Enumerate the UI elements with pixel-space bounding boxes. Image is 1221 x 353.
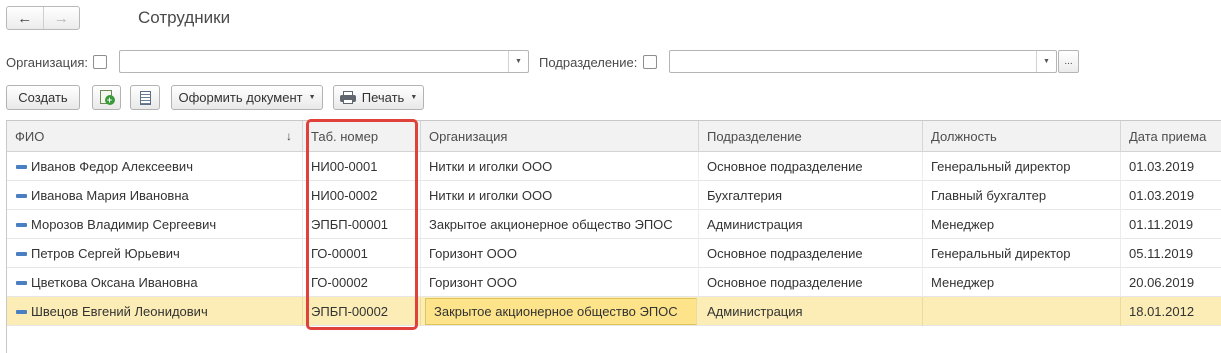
cell-organization: Нитки и иголки ООО [421, 152, 699, 181]
table-row[interactable]: Цветкова Оксана Ивановна ГО-00002 Горизо… [7, 268, 1221, 297]
cell-position: Генеральный директор [923, 152, 1121, 181]
cell-hire-date: 01.11.2019 [1129, 217, 1194, 232]
cell-organization: Нитки и иголки ООО [421, 181, 699, 210]
employee-icon [16, 281, 27, 285]
create-button[interactable]: Создать [6, 85, 80, 110]
cell-organization: Горизонт ООО [421, 268, 699, 297]
department-select-button[interactable]: ... [1058, 50, 1079, 73]
table-row[interactable]: Морозов Владимир Сергеевич ЭПБП-00001 За… [7, 210, 1221, 239]
cell-name: Петров Сергей Юрьевич [7, 239, 303, 268]
table-row[interactable]: Иванова Мария Ивановна НИ00-0002 Нитки и… [7, 181, 1221, 210]
list-icon [139, 90, 151, 105]
cell-position [923, 297, 1121, 326]
cell-position: Менеджер [923, 268, 1121, 297]
print-button[interactable]: Печать ▼ [333, 85, 424, 110]
make-document-label: Оформить документ [178, 90, 303, 105]
organization-filter-field[interactable]: ▼ [119, 50, 529, 73]
chevron-down-icon[interactable]: ▼ [508, 51, 528, 72]
cell-name: Иванова Мария Ивановна [7, 181, 303, 210]
cell-department: Администрация [699, 210, 923, 239]
department-filter-label: Подразделение: [539, 55, 638, 70]
department-filter-field[interactable]: ▼ [669, 50, 1057, 73]
column-header-hire-date[interactable]: Дата приема [1121, 121, 1221, 152]
department-filter-checkbox[interactable] [643, 55, 657, 69]
cell-tab-number: НИ00-0001 [303, 152, 421, 181]
cell-position: Главный бухгалтер [923, 181, 1121, 210]
cell-tab-number: ГО-00001 [303, 239, 421, 268]
printer-icon [339, 91, 356, 104]
column-header-organization[interactable]: Организация [421, 121, 699, 152]
cell-hire-date: 18.01.2012 [1129, 304, 1195, 319]
chevron-down-icon[interactable]: ▼ [1036, 51, 1056, 72]
employees-table[interactable]: ФИО ↓ Таб. номер Организация Подразделен… [6, 120, 1221, 353]
cell-department: Бухгалтерия [699, 181, 923, 210]
table-row[interactable]: Петров Сергей Юрьевич ГО-00001 Горизонт … [7, 239, 1221, 268]
cell-hire-date: 01.03.2019 [1129, 159, 1195, 174]
column-header-position[interactable]: Должность [923, 121, 1121, 152]
forward-arrow-icon[interactable]: → [44, 7, 80, 29]
organization-filter-label: Организация: [6, 55, 89, 70]
table-row[interactable]: Иванов Федор Алексеевич НИ00-0001 Нитки … [7, 152, 1221, 181]
cell-department: Основное подразделение [699, 239, 923, 268]
cell-tab-number: НИ00-0002 [303, 181, 421, 210]
chevron-down-icon: ▼ [308, 94, 316, 101]
table-header: ФИО ↓ Таб. номер Организация Подразделен… [7, 121, 1221, 152]
cell-position: Генеральный директор [923, 239, 1121, 268]
employee-icon [16, 252, 27, 256]
copy-button[interactable]: + [92, 85, 121, 110]
chevron-down-icon: ▼ [410, 94, 418, 101]
cell-hire-date: 20.06.2019 [1129, 275, 1195, 290]
cell-hire-date: 05.11.2019 [1129, 246, 1194, 261]
cell-name: Цветкова Оксана Ивановна [7, 268, 303, 297]
cell-hire-date: 01.03.2019 [1129, 188, 1195, 203]
navigation-buttons: ← → [6, 6, 80, 30]
employee-icon [16, 194, 27, 198]
table-row-selected[interactable]: Швецов Евгений Леонидович ЭПБП-00002 Зак… [7, 297, 1221, 326]
column-header-label: ФИО [15, 129, 45, 144]
cell-tab-number: ГО-00002 [303, 268, 421, 297]
organization-filter-checkbox[interactable] [93, 55, 107, 69]
print-label: Печать [361, 90, 405, 105]
cell-name: Швецов Евгений Леонидович [7, 297, 303, 326]
back-arrow-icon[interactable]: ← [7, 7, 43, 29]
employee-icon [16, 310, 27, 314]
cell-organization: Закрытое акционерное общество ЭПОС [421, 210, 699, 239]
column-header-name[interactable]: ФИО ↓ [7, 121, 303, 152]
employee-icon [16, 223, 27, 227]
cell-department: Основное подразделение [699, 152, 923, 181]
employee-icon [16, 165, 27, 169]
cell-organization-current[interactable]: Закрытое акционерное общество ЭПОС [425, 298, 697, 325]
sort-descending-icon: ↓ [286, 129, 292, 143]
column-header-tab-number[interactable]: Таб. номер [303, 121, 421, 152]
list-button[interactable] [130, 85, 160, 110]
cell-name: Иванов Федор Алексеевич [7, 152, 303, 181]
page-title: Сотрудники [138, 8, 231, 27]
cell-department: Основное подразделение [699, 268, 923, 297]
cell-department: Администрация [699, 297, 923, 326]
copy-add-icon: + [99, 89, 115, 106]
cell-position: Менеджер [923, 210, 1121, 239]
cell-name: Морозов Владимир Сергеевич [7, 210, 303, 239]
cell-tab-number: ЭПБП-00002 [303, 297, 421, 326]
column-header-department[interactable]: Подразделение [699, 121, 923, 152]
make-document-button[interactable]: Оформить документ ▼ [171, 85, 323, 110]
cell-tab-number: ЭПБП-00001 [303, 210, 421, 239]
cell-organization: Горизонт ООО [421, 239, 699, 268]
